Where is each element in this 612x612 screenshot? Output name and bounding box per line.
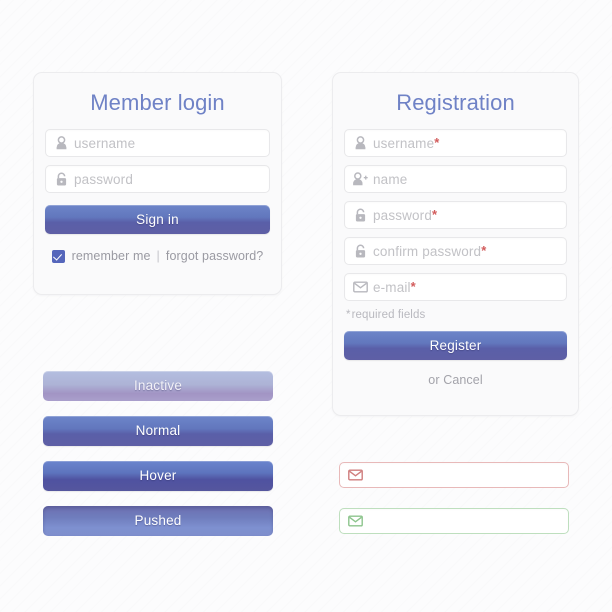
button-state-normal[interactable]: Normal (43, 416, 273, 446)
registration-confirm-password-field[interactable]: confirm password * (344, 237, 567, 265)
remember-me-label: remember me (71, 249, 151, 263)
mail-icon (347, 281, 373, 293)
options-separator: | (156, 249, 160, 263)
registration-email-field[interactable]: e-mail * (344, 273, 567, 301)
lock-icon (347, 244, 373, 259)
user-add-icon (347, 172, 373, 186)
required-asterisk: * (434, 134, 440, 150)
user-icon (48, 136, 74, 150)
lock-icon (48, 172, 74, 187)
login-password-field[interactable]: password (45, 165, 270, 193)
registration-confirm-password-placeholder: confirm password (373, 243, 482, 259)
email-field-success-state[interactable] (339, 508, 569, 534)
required-fields-text: required fields (351, 309, 426, 321)
cancel-link[interactable]: Cancel (443, 373, 483, 387)
cancel-prefix: or (428, 373, 444, 387)
registration-email-placeholder: e-mail (373, 279, 411, 295)
button-state-hover[interactable]: Hover (43, 461, 273, 491)
login-title: Member login (90, 90, 225, 115)
required-asterisk: * (431, 206, 438, 222)
mail-icon (342, 469, 368, 481)
login-username-placeholder: username (74, 135, 136, 151)
registration-name-placeholder: name (373, 171, 408, 187)
login-password-placeholder: password (74, 171, 133, 187)
button-state-pushed[interactable]: Pushed (43, 506, 273, 536)
registration-name-field[interactable]: name (344, 165, 567, 193)
registration-username-field[interactable]: username * (344, 129, 567, 157)
registration-panel: Registration username * name password * … (332, 72, 579, 416)
required-asterisk: * (346, 309, 351, 321)
required-asterisk: * (481, 242, 487, 258)
login-username-field[interactable]: username (45, 129, 270, 157)
registration-password-placeholder: password (373, 207, 432, 223)
registration-title: Registration (396, 90, 515, 115)
cancel-row: or Cancel (333, 373, 578, 387)
mail-icon (342, 515, 368, 527)
required-asterisk: * (410, 278, 416, 294)
page-root: Member login username password Sign in r… (0, 0, 612, 612)
user-icon (347, 136, 373, 150)
required-fields-note: *required fields (346, 309, 578, 321)
forgot-password-link[interactable]: forgot password? (166, 249, 264, 263)
lock-icon (347, 208, 373, 223)
registration-password-field[interactable]: password * (344, 201, 567, 229)
member-login-panel: Member login username password Sign in r… (33, 72, 282, 295)
registration-username-placeholder: username (373, 135, 435, 151)
button-state-inactive: Inactive (43, 371, 273, 401)
login-options-row: remember me | forgot password? (34, 249, 281, 263)
email-field-error-state[interactable] (339, 462, 569, 488)
register-button[interactable]: Register (344, 331, 567, 360)
remember-me-checkbox[interactable] (51, 249, 65, 263)
sign-in-button[interactable]: Sign in (45, 205, 270, 234)
